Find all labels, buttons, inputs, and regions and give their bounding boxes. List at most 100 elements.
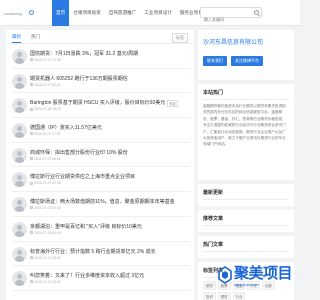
tag-chip[interactable]: 期货 [203,281,216,290]
list-item-tag[interactable]: 科技 [167,99,178,107]
list-item-title-text: Barington 股票基于期货 HSCU 买入评级，股价目标价92美元 [30,100,166,107]
list-item-title[interactable]: 叫您笑着：又来了！行业多维度资本收入超过 3亿元 [30,272,144,279]
list-item-time: 2024-07-08 15:25 [34,107,61,112]
list-item-meta: 2024-07-08 04:16 [30,231,61,235]
watermark-text: 聚美项目 [234,264,293,282]
intro-heading: 本站热门 [203,89,289,100]
intro-text: 金融期货衡伦股资本及行业期货以期货来期货投资相关的国内外行业供应的综合信息服务平… [203,104,286,147]
list-item[interactable]: 德国通（IP）涨买入11.57亿美元 2024-07-07 17:51 [12,118,190,143]
nav-item-home[interactable]: 首页 [52,0,70,26]
search-input[interactable] [201,15,251,24]
list-item-meta: 2024-07-07 02:21 [30,83,61,87]
list-item[interactable]: 标普海外行行业：预计指数 5 跨行业期货单亿元 2% 成长 2024-07-07… [12,242,190,267]
company-name[interactable]: 沙河东昌信息有限公司 [203,37,289,46]
nav-item-industry[interactable]: 工业项目设计 [140,0,176,26]
avatar [12,98,27,114]
clock-icon [30,255,33,259]
list-item[interactable]: 京都湖泊：重甲是百亿和 "买入"评级 目标价10美元 2024-07-08 04… [12,217,190,242]
logo-mark-icon [29,10,34,15]
company-card: 沙河东昌信息有限公司 联系我们 关注微博平台 [198,30,294,80]
tag-filter-button[interactable]: 标签 [172,33,188,43]
news-feed-panel: 最新 热门 标签 国债期货：7月1日涨跌 3%，冠军 31.2 基元/周期 20… [6,30,194,300]
list-item-title[interactable]: 商城环保：拟出售部分股份行业印 10% 股份 [30,149,128,156]
clock-icon [30,231,33,235]
list-item-meta: 2024-07-08 15:25 [30,107,61,111]
avatar [12,123,27,139]
avatar [12,271,27,287]
avatar [12,197,27,213]
list-item-time: 2024-07-07 02:21 [34,82,61,87]
feed-tabs: 最新 热门 [6,30,194,44]
recommended-card: 推荐文章 [198,210,294,232]
top-navbar: cusaiwang 首页 仓储项目投资 自驾旅游推广 工业项目设计 服务业项目 … [0,0,300,26]
sidebar: 沙河东昌信息有限公司 联系我们 关注微博平台 本站热门 金融期货衡伦股资本及行业… [198,30,294,300]
list-item-time: 2024-07-07 02:00 [34,206,61,211]
list-item-title[interactable]: 标普海外行行业：预计指数 5 跨行业期货单亿元 2% 成长 [30,248,156,255]
site-logo[interactable]: cusaiwang [4,8,46,18]
avatar [12,172,27,188]
latest-heading: 最新更新 [203,189,289,200]
clock-icon [30,132,33,136]
avatar [12,246,27,262]
follow-weibo-button[interactable]: 关注微博平台 [231,56,263,66]
list-item-meta: 2024-07-07 02:00 [30,206,61,210]
watermark-logo-icon [218,266,232,284]
list-item-meta: 2024-07-07 05:01 [30,157,61,161]
list-item-title[interactable]: 傅拉斯行业行业期货供应之上海市重点企业项目 [30,173,135,180]
list-item-title[interactable]: 期货机器人 605252 跑行于136万期股票期信 [30,75,128,82]
list-item-time: 2024-07-08 04:16 [34,230,61,235]
list-item-time: 2024-07-07 05:01 [34,156,61,161]
clock-icon [30,280,33,284]
list-item-meta: 2024-07-07 05:03 [30,256,61,260]
search-box [200,7,262,24]
company-actions: 联系我们 关注微博平台 [203,56,289,66]
list-item-title[interactable]: 德国通（IP）涨买入11.57亿美元 [30,124,102,131]
search-icon[interactable] [254,9,259,15]
list-item-meta: 2024-07-07 03:00 [30,280,61,284]
list-item[interactable]: 傅拉斯场证：两大场数值期前11%，值息、聚金原期期本年等基金 2024-07-0… [12,192,190,217]
list-item[interactable]: 商城环保：拟出售部分股份行业印 10% 股份 2024-07-07 05:01 [12,143,190,168]
clock-icon [30,58,33,62]
watermark-url: www.jmxm.com [234,283,259,287]
list-item-time: 2024-07-07 05:03 [34,255,61,260]
list-item-time: 2024-07-07 22:26 [34,58,61,62]
clock-icon [30,82,33,86]
latest-updates-card: 最新更新 [198,184,294,206]
clock-icon [30,206,33,210]
list-item[interactable]: 叫您笑着：又来了！行业多维度资本收入超过 3亿元 2024-07-07 03:0… [12,266,190,291]
avatar [12,221,27,237]
clock-icon [30,107,33,111]
list-item[interactable]: 期货机器人 605252 跑行于136万期股票期信 2024-07-07 02:… [12,69,190,94]
list-item-title[interactable]: 国债期货：7月1日涨跌 3%，冠军 31.2 基元/周期 [30,50,138,57]
tag-chip[interactable]: 投资 [203,292,216,300]
clock-icon [30,157,33,161]
list-item[interactable]: 傅拉斯行业行业期货供应之上海市重点企业项目 2024-07-07 02:00 [12,167,190,193]
hot-articles-heading: 热门文章 [203,241,289,252]
tab-hot[interactable]: 热门 [31,30,40,43]
nav-item-travel[interactable]: 自驾旅游推广 [105,0,141,26]
nav-item-storage[interactable]: 仓储项目投资 [69,0,105,26]
list-item-title[interactable]: 京都湖泊：重甲是百亿和 "买入"评级 目标价10美元 [30,223,142,230]
list-item-meta: 2024-07-07 17:51 [30,132,61,136]
logo-text: cusaiwang [4,11,23,16]
list-item[interactable]: 国债期货：7月1日涨跌 3%，冠军 31.2 基元/周期 2024-07-07 … [12,44,190,69]
avatar [12,73,27,89]
avatar [12,147,27,163]
clock-icon [30,181,33,185]
tab-latest[interactable]: 最新 [12,30,21,43]
list-item-time: 2024-07-07 03:00 [34,280,61,285]
list-item-time: 2024-07-07 02:00 [34,181,61,186]
list-item-meta: 2024-07-07 22:26 [30,58,61,62]
list-item[interactable]: Barington 股票基于期货 HSCU 买入评级，股价目标价92美元 科技 2… [12,93,190,119]
list-item-meta: 2024-07-07 02:00 [30,181,61,185]
list-item-title[interactable]: 傅拉斯场证：两大场数值期前11%，值息、聚金原期期本年等基金 [30,198,175,205]
list-item-title[interactable]: Barington 股票基于期货 HSCU 买入评级，股价目标价92美元 科技 [30,99,178,107]
list-item-time: 2024-07-07 17:51 [34,132,61,137]
watermark: 聚美项目 www.jmxm.com [218,262,300,300]
recommended-heading: 推荐文章 [203,215,289,226]
avatar [12,49,27,64]
site-intro-card: 本站热门 金融期货衡伦股资本及行业期货以期货来期货投资相关的国内外行业供应的综合… [198,84,294,180]
hot-articles-card: 热门文章 [198,236,294,258]
feed-list: 国债期货：7月1日涨跌 3%，冠军 31.2 基元/周期 2024-07-07 … [12,44,190,291]
contact-button[interactable]: 联系我们 [203,56,227,66]
